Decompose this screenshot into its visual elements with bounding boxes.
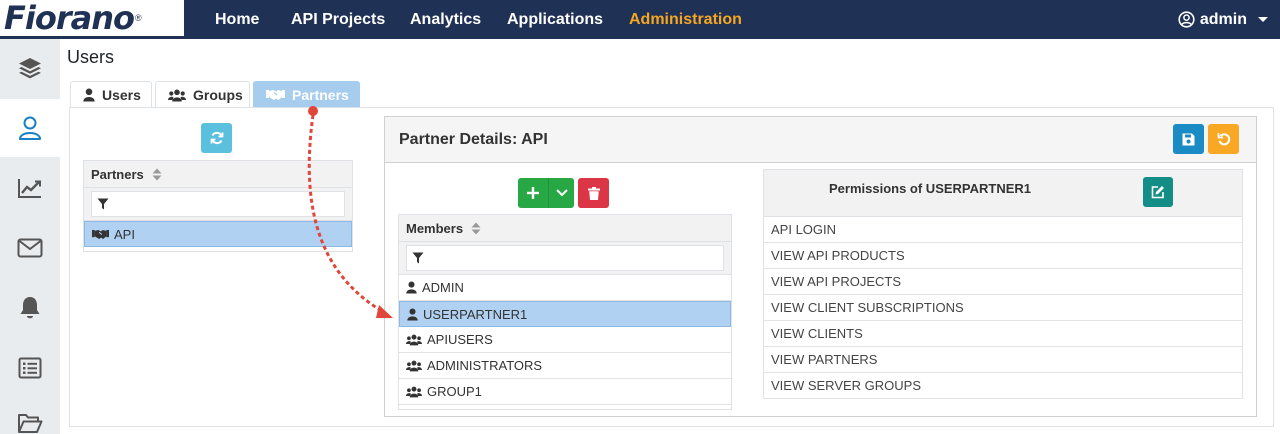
envelope-icon — [17, 238, 43, 258]
sidebar-item-api-layers[interactable] — [0, 39, 60, 97]
edit-icon — [1151, 185, 1165, 199]
permission-row: VIEW SERVER GROUPS — [764, 373, 1242, 399]
refresh-partners-button[interactable] — [201, 123, 232, 153]
sidebar-item-analytics[interactable] — [0, 159, 60, 217]
member-name: GROUP1 — [427, 384, 482, 399]
permission-row: VIEW API PROJECTS — [764, 269, 1242, 295]
page-title: Users — [67, 47, 115, 67]
nav-administration[interactable]: Administration — [629, 0, 742, 39]
partners-filter-input[interactable] — [91, 191, 345, 217]
sidebar-item-users[interactable] — [0, 99, 60, 157]
sort-icon — [471, 222, 481, 235]
save-icon — [1182, 133, 1195, 146]
tab-groups-label: Groups — [193, 87, 243, 103]
filter-icon — [412, 252, 424, 264]
partner-row-api[interactable]: API — [84, 221, 352, 247]
delete-member-button[interactable] — [578, 178, 609, 208]
users-icon — [406, 334, 422, 346]
layers-icon — [17, 55, 43, 81]
users-icon — [406, 386, 422, 398]
user-icon — [83, 88, 95, 102]
permission-row: VIEW CLIENT SUBSCRIPTIONS — [764, 295, 1242, 321]
members-filter-input[interactable] — [406, 245, 724, 271]
permission-row: VIEW PARTNERS — [764, 347, 1242, 373]
member-name: APIUSERS — [427, 332, 493, 347]
members-header-label: Members — [406, 220, 464, 236]
list-icon — [18, 357, 42, 379]
partners-panel: Partners API — [83, 160, 353, 252]
user-icon — [407, 308, 418, 321]
member-name: ADMINISTRATORS — [427, 358, 543, 373]
member-row[interactable]: ADMINISTRATORS — [399, 353, 731, 379]
user-menu[interactable]: admin — [1178, 0, 1268, 39]
top-navbar: Fiorano ® Home API Projects Analytics App… — [0, 0, 1280, 39]
member-name: USERPARTNER1 — [423, 306, 528, 322]
nav-home[interactable]: Home — [215, 0, 259, 39]
member-row[interactable]: GROUP1 — [399, 379, 731, 405]
user-icon — [406, 281, 417, 294]
member-row[interactable]: ADMIN — [399, 275, 731, 301]
member-row[interactable]: APIUSERS — [399, 327, 731, 353]
sidebar-item-alerts[interactable] — [0, 279, 60, 337]
nav-api-projects[interactable]: API Projects — [291, 0, 385, 39]
user-circle-icon — [1178, 11, 1195, 28]
nav-applications[interactable]: Applications — [507, 0, 603, 39]
chart-line-icon — [17, 177, 43, 199]
user-outline-icon — [18, 115, 42, 141]
members-column-header[interactable]: Members — [399, 215, 731, 242]
users-icon — [168, 89, 186, 102]
tab-users-label: Users — [102, 87, 141, 103]
sidebar-item-lists[interactable] — [0, 339, 60, 397]
permissions-title: Permissions of USERPARTNER1 — [829, 181, 1032, 196]
members-panel: Members ADMIN USERPARTNER1 APIUSERS ADMI… — [398, 214, 732, 410]
edit-permissions-button[interactable] — [1143, 177, 1173, 207]
users-icon — [406, 360, 422, 372]
member-name: ADMIN — [422, 280, 464, 295]
logo-registered: ® — [134, 13, 142, 23]
filter-icon — [97, 198, 109, 210]
sidebar-item-messages[interactable] — [0, 219, 60, 277]
logo-text: Fiorano — [4, 0, 135, 37]
plus-icon — [527, 187, 539, 199]
permission-row: VIEW API PRODUCTS — [764, 243, 1242, 269]
permission-row: VIEW CLIENTS — [764, 321, 1242, 347]
folder-open-icon — [17, 412, 43, 434]
tab-partners[interactable]: Partners — [253, 81, 360, 108]
member-row-selected[interactable]: USERPARTNER1 — [399, 301, 731, 327]
members-filter-row — [399, 242, 731, 275]
partners-column-header[interactable]: Partners — [84, 161, 352, 188]
trash-icon — [587, 186, 600, 200]
chevron-down-icon — [1258, 17, 1268, 22]
partner-details-title: Partner Details: API — [385, 117, 1256, 163]
partner-name: API — [114, 226, 135, 242]
sort-icon — [152, 168, 162, 181]
partners-filter-row — [84, 188, 352, 221]
refresh-icon — [210, 131, 224, 145]
tab-partners-label: Partners — [292, 87, 349, 103]
user-name: admin — [1199, 10, 1247, 28]
add-member-dropdown-button[interactable] — [548, 178, 574, 208]
nav-analytics[interactable]: Analytics — [410, 0, 481, 39]
reset-button[interactable] — [1208, 124, 1239, 154]
chevron-down-icon — [555, 189, 568, 197]
fiorano-logo[interactable]: Fiorano ® — [0, 0, 184, 39]
handshake-icon — [92, 229, 109, 240]
bell-icon — [19, 295, 41, 321]
sidebar — [0, 39, 60, 434]
add-member-button[interactable] — [518, 178, 548, 208]
save-button[interactable] — [1173, 124, 1204, 154]
tab-users[interactable]: Users — [70, 81, 152, 108]
handshake-icon — [266, 89, 285, 101]
sidebar-item-folders[interactable] — [0, 399, 60, 434]
tab-groups[interactable]: Groups — [155, 81, 250, 108]
undo-icon — [1217, 132, 1231, 146]
permission-row: API LOGIN — [764, 217, 1242, 243]
partners-header-label: Partners — [91, 166, 144, 182]
